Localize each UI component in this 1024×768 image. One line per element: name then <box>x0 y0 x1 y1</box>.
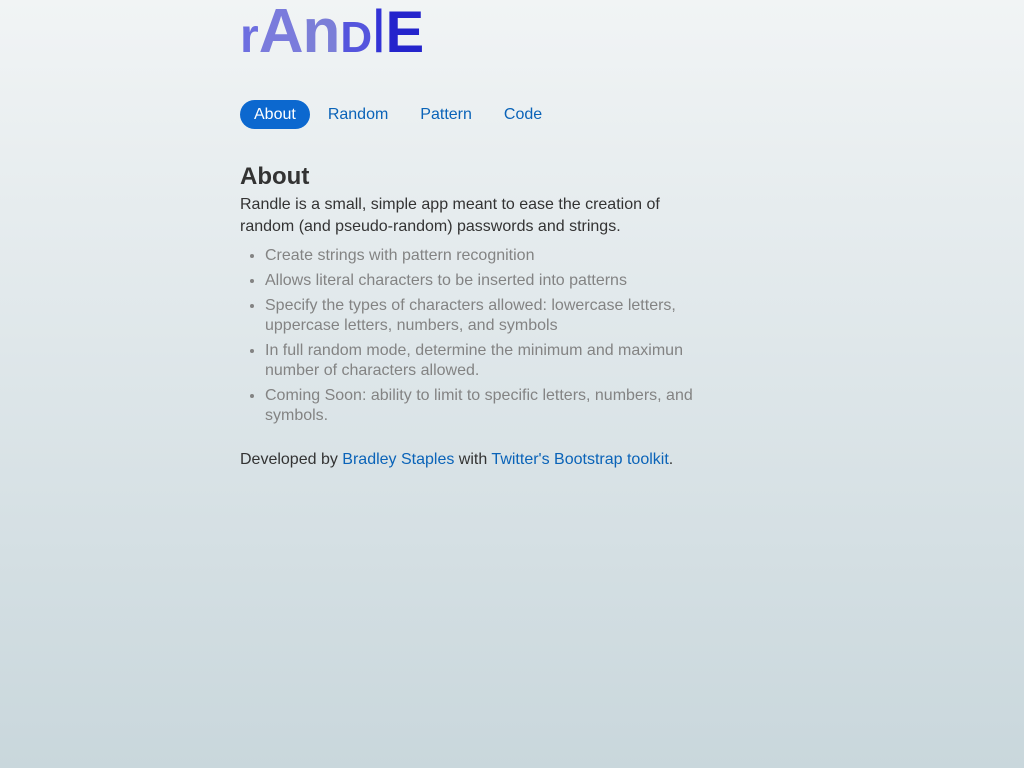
page-container: rAnDlE About Random Pattern Code About R… <box>240 0 700 468</box>
list-item: Allows literal characters to be inserted… <box>265 271 700 291</box>
credits-middle: with <box>454 451 492 468</box>
logo-letter: r <box>240 10 259 63</box>
intro-text: Randle is a small, simple app meant to e… <box>240 196 660 235</box>
tab-about[interactable]: About <box>240 100 310 129</box>
credits-line: Developed by Bradley Staples with Twitte… <box>240 449 700 471</box>
nav-item-about: About <box>240 100 310 129</box>
main-nav: About Random Pattern Code <box>240 100 560 129</box>
about-section: About Randle is a small, simple app mean… <box>240 160 700 471</box>
bootstrap-link[interactable]: Twitter's Bootstrap toolkit <box>491 451 668 468</box>
credits-suffix: . <box>668 451 674 468</box>
feature-list: Create strings with pattern recognition … <box>240 246 700 426</box>
logo-letter: D <box>340 13 373 62</box>
nav-item-random: Random <box>314 100 402 129</box>
nav-item-code: Code <box>490 100 556 129</box>
credits-prefix: Developed by <box>240 451 343 468</box>
logo-letter: n <box>302 0 341 66</box>
app-logo[interactable]: rAnDlE <box>240 0 700 66</box>
logo-letter: l <box>372 0 386 65</box>
list-item: Coming Soon: ability to limit to specifi… <box>265 386 700 426</box>
list-item: Specify the types of characters allowed:… <box>265 296 700 336</box>
tab-code[interactable]: Code <box>490 100 556 129</box>
section-heading: About <box>240 163 310 190</box>
author-link[interactable]: Bradley Staples <box>342 451 454 468</box>
list-item: Create strings with pattern recognition <box>265 246 700 266</box>
tab-random[interactable]: Random <box>314 100 402 129</box>
logo-letter: A <box>258 0 304 66</box>
tab-pattern[interactable]: Pattern <box>406 100 486 129</box>
nav-item-pattern: Pattern <box>406 100 486 129</box>
logo-letter: E <box>385 0 425 65</box>
list-item: In full random mode, determine the minim… <box>265 341 700 381</box>
